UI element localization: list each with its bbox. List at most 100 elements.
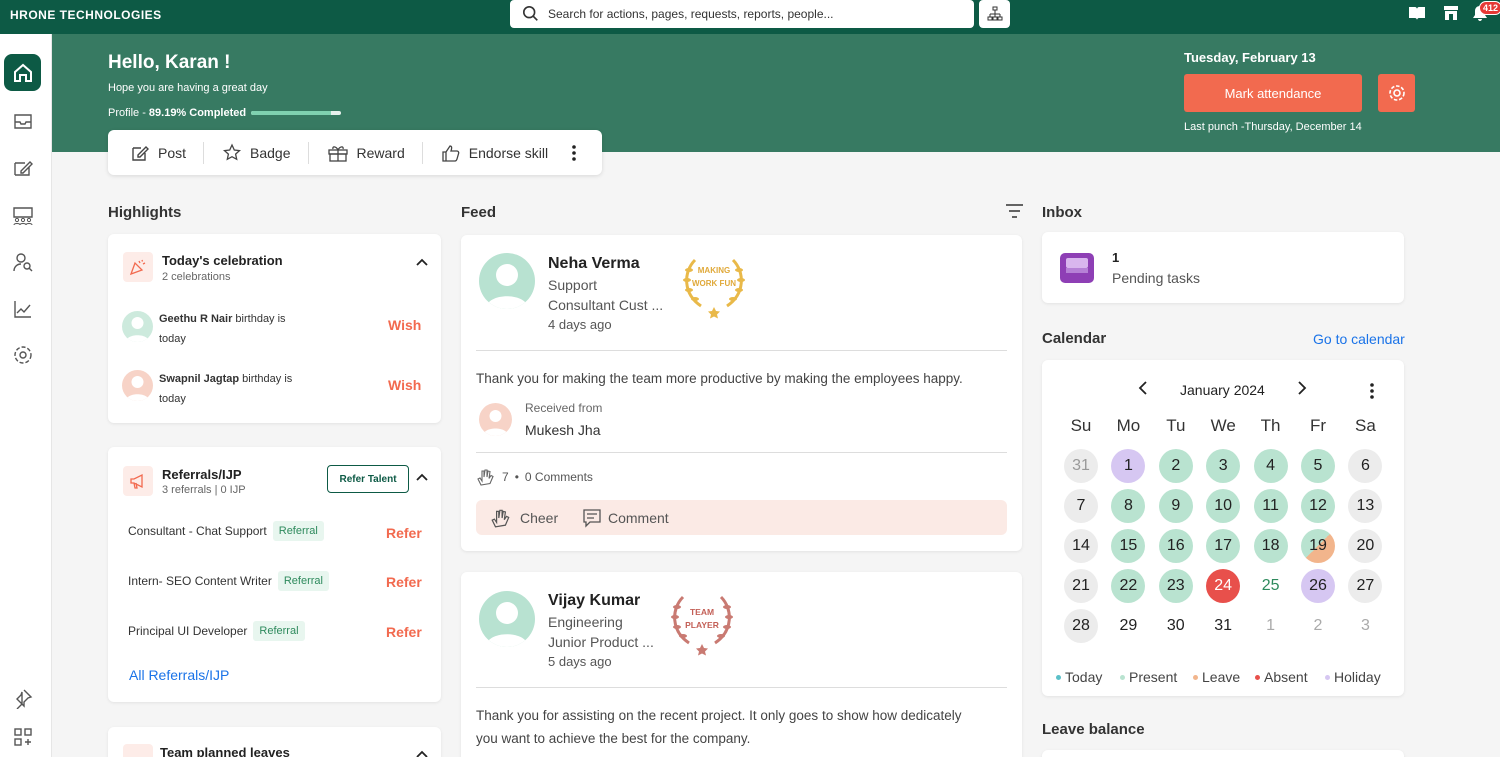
referrals-title: Referrals/IJP bbox=[162, 467, 242, 482]
calendar-day[interactable]: 28 bbox=[1064, 609, 1098, 643]
referrals-count: 3 referrals | 0 IJP bbox=[162, 484, 246, 496]
weekday-label: Mo bbox=[1116, 416, 1141, 435]
team-leaves-card: Team planned leaves bbox=[108, 727, 441, 757]
sidebar-item-people-search[interactable] bbox=[4, 243, 41, 280]
leave-balance-card bbox=[1042, 750, 1404, 757]
post-button[interactable]: Post bbox=[130, 141, 205, 164]
calendar-day[interactable]: 14 bbox=[1064, 529, 1098, 563]
sidebar-item-apps[interactable] bbox=[4, 718, 41, 755]
chevron-left-icon[interactable] bbox=[1138, 381, 1148, 395]
calendar-day[interactable]: 31 bbox=[1064, 449, 1098, 483]
notification-badge: 412 bbox=[1479, 1, 1500, 15]
referral-role: Principal UI Developer bbox=[128, 624, 248, 638]
referral-chip: Referral bbox=[277, 571, 329, 591]
calendar-day[interactable]: 3 bbox=[1206, 449, 1241, 483]
calendar-day[interactable]: 25 bbox=[1254, 569, 1288, 603]
sidebar-item-team[interactable] bbox=[4, 196, 41, 233]
calendar-day[interactable]: 19 bbox=[1301, 529, 1335, 563]
calendar-day[interactable]: 7 bbox=[1064, 489, 1098, 523]
search-input[interactable]: Search for actions, pages, requests, rep… bbox=[510, 0, 974, 28]
calendar-day[interactable]: 23 bbox=[1158, 569, 1193, 603]
divider bbox=[476, 687, 1007, 688]
trend-chart-icon bbox=[13, 300, 31, 318]
profile-completion[interactable]: Profile - 89.19% Completed bbox=[108, 107, 342, 119]
calendar-day[interactable]: 2 bbox=[1158, 449, 1193, 483]
sidebar-item-home[interactable] bbox=[4, 54, 41, 91]
home-icon bbox=[13, 63, 32, 82]
calendar-day[interactable]: 11 bbox=[1253, 489, 1288, 523]
greeting: Hello, Karan ! bbox=[108, 52, 231, 73]
legend-today: Today bbox=[1056, 669, 1102, 685]
sidebar-item-requests[interactable] bbox=[4, 149, 41, 186]
sidebar-item-analytics[interactable] bbox=[4, 290, 41, 327]
legend-label: Today bbox=[1065, 669, 1103, 685]
legend-absent: Absent bbox=[1255, 669, 1308, 685]
calendar-day[interactable]: 16 bbox=[1158, 529, 1193, 563]
calendar-day[interactable]: 18 bbox=[1253, 529, 1288, 563]
calendar-day[interactable]: 21 bbox=[1064, 569, 1098, 603]
celebration-count: 2 celebrations bbox=[162, 271, 231, 283]
org-chart-button[interactable] bbox=[979, 0, 1010, 28]
calendar-day[interactable]: 2 bbox=[1301, 609, 1335, 643]
cheer-button[interactable]: Cheer bbox=[490, 508, 558, 528]
calendar-day[interactable]: 12 bbox=[1301, 489, 1335, 523]
badge-label: Badge bbox=[250, 144, 291, 161]
badge-image: MAKING WORK FUN bbox=[675, 252, 753, 322]
refer-talent-button[interactable]: Refer Talent bbox=[327, 465, 409, 493]
post-author[interactable]: Vijay Kumar bbox=[548, 592, 640, 610]
go-to-calendar-link[interactable]: Go to calendar bbox=[1313, 331, 1405, 347]
legend-leave: Leave bbox=[1193, 669, 1240, 685]
refer-button[interactable]: Refer bbox=[386, 525, 422, 541]
calendar-day[interactable]: 4 bbox=[1253, 449, 1288, 483]
badge-text: MAKING WORK FUN bbox=[692, 266, 736, 288]
sidebar-item-inbox[interactable] bbox=[4, 102, 41, 139]
calendar-day[interactable]: 30 bbox=[1159, 609, 1193, 643]
mark-attendance-button[interactable]: Mark attendance bbox=[1184, 74, 1362, 112]
person-name: Geethu R Nair bbox=[159, 313, 233, 325]
post-author[interactable]: Neha Verma bbox=[548, 255, 640, 273]
referral-row: Consultant - Chat Support Referral bbox=[128, 521, 324, 541]
avatar[interactable] bbox=[479, 253, 535, 309]
celebration-text: birthday is bbox=[235, 313, 286, 325]
celebration-item: Geethu R Nair birthday is today bbox=[159, 309, 286, 349]
refer-button[interactable]: Refer bbox=[386, 574, 422, 590]
calendar-day[interactable]: 31 bbox=[1206, 609, 1240, 643]
apps-grid-icon bbox=[13, 727, 32, 746]
calendar-day[interactable]: 10 bbox=[1206, 489, 1241, 523]
sidebar-item-settings[interactable] bbox=[4, 336, 41, 373]
pending-count: 1 bbox=[1112, 250, 1120, 265]
chevron-up-icon[interactable] bbox=[416, 750, 428, 757]
avatar[interactable] bbox=[479, 591, 535, 647]
calendar-day[interactable]: 5 bbox=[1301, 449, 1335, 483]
chevron-up-icon[interactable] bbox=[416, 473, 428, 481]
wish-button[interactable]: Wish bbox=[388, 317, 421, 333]
attendance-settings-button[interactable] bbox=[1378, 74, 1415, 112]
refer-button[interactable]: Refer bbox=[386, 624, 422, 640]
calendar-day[interactable]: 1 bbox=[1254, 609, 1288, 643]
comment-button[interactable]: Comment bbox=[582, 508, 669, 528]
chevron-right-icon[interactable] bbox=[1297, 381, 1307, 395]
divider bbox=[476, 350, 1007, 351]
brand-name: HRONE TECHNOLOGIES bbox=[10, 8, 162, 22]
calendar-day[interactable]: 9 bbox=[1158, 489, 1193, 523]
more-options-icon[interactable] bbox=[571, 144, 577, 162]
inbox-card[interactable]: 1 Pending tasks bbox=[1042, 232, 1404, 303]
calendar-day[interactable]: 26 bbox=[1301, 569, 1335, 603]
calendar-day[interactable]: 17 bbox=[1206, 529, 1241, 563]
received-from[interactable]: Mukesh Jha bbox=[525, 422, 600, 438]
sidebar-item-pin[interactable] bbox=[4, 679, 41, 716]
inbox-icon bbox=[13, 113, 32, 129]
chevron-up-icon[interactable] bbox=[416, 258, 428, 266]
weekday-label: Su bbox=[1070, 416, 1092, 435]
all-referrals-link[interactable]: All Referrals/IJP bbox=[129, 667, 229, 683]
reactions-summary[interactable]: 7 • 0 Comments bbox=[476, 468, 593, 486]
more-options-icon[interactable] bbox=[1369, 382, 1375, 400]
badge-button[interactable]: Badge bbox=[222, 141, 309, 164]
wish-button[interactable]: Wish bbox=[388, 377, 421, 393]
filter-icon[interactable] bbox=[1006, 204, 1023, 218]
calendar-day[interactable]: 24 bbox=[1206, 569, 1241, 603]
endorse-skill-button[interactable]: Endorse skill bbox=[441, 142, 565, 164]
book-icon[interactable] bbox=[1407, 4, 1427, 22]
reward-button[interactable]: Reward bbox=[327, 141, 423, 164]
store-icon[interactable] bbox=[1441, 4, 1461, 22]
